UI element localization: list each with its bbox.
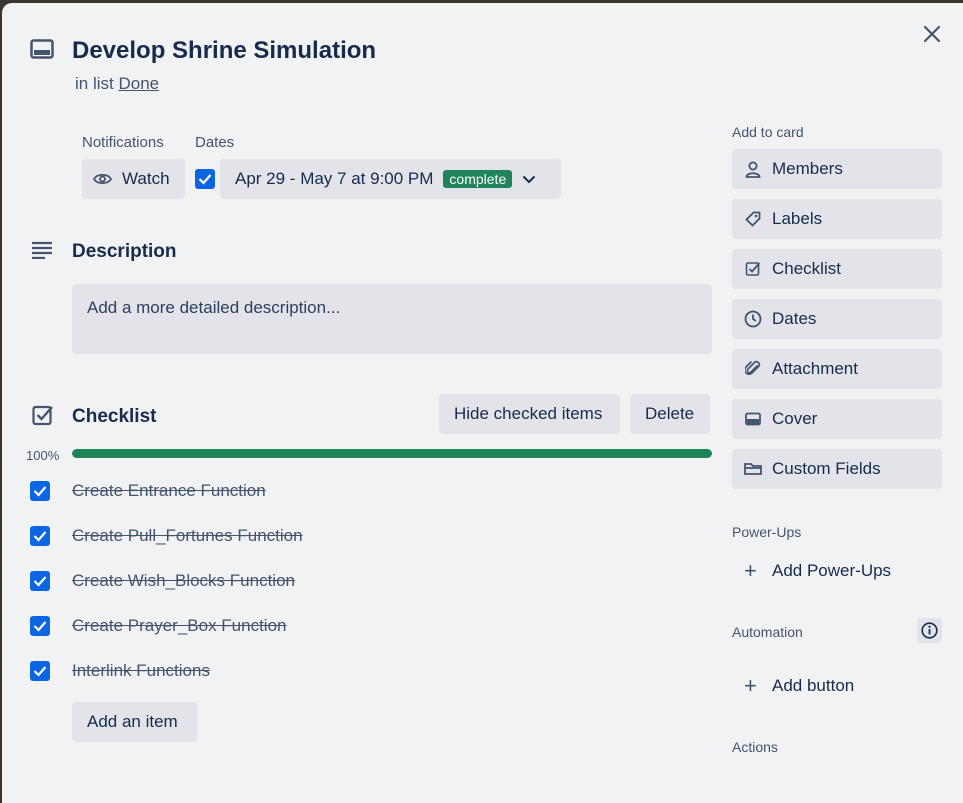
cover-button[interactable]: Cover — [732, 399, 942, 439]
checklist-icon — [32, 404, 54, 426]
add-automation-button[interactable]: + Add button — [732, 668, 942, 704]
automation-label: Automation — [732, 624, 803, 640]
add-power-ups-button[interactable]: + Add Power-Ups — [732, 553, 942, 589]
checklist-item[interactable]: Interlink Functions — [72, 661, 210, 681]
dates-dropdown-button[interactable]: Apr 29 - May 7 at 9:00 PM complete — [220, 159, 561, 199]
checklist-progress-bar — [72, 449, 712, 458]
checklist-label: Checklist — [772, 259, 841, 278]
checklist-item-checkbox[interactable] — [30, 616, 50, 636]
paperclip-icon — [744, 360, 762, 378]
progress-percent: 100% — [26, 448, 60, 463]
watch-button[interactable]: Watch — [82, 159, 185, 199]
checklist-icon — [744, 260, 762, 278]
custom-fields-icon — [744, 460, 762, 478]
dates-button-label: Dates — [772, 309, 817, 328]
labels-label: Labels — [772, 209, 823, 228]
description-icon — [31, 241, 53, 259]
hide-checked-items-button[interactable]: Hide checked items — [439, 394, 620, 434]
person-icon — [744, 160, 762, 178]
checklist-progress-fill — [72, 449, 712, 458]
checklist-button[interactable]: Checklist — [732, 249, 942, 289]
checklist-item-checkbox[interactable] — [30, 526, 50, 546]
checklist-item[interactable]: Create Wish_Blocks Function — [72, 571, 295, 591]
attachment-label: Attachment — [772, 359, 858, 378]
watch-label: Watch — [122, 169, 170, 188]
checklist-item-checkbox[interactable] — [30, 481, 50, 501]
add-power-ups-label: Add Power-Ups — [772, 561, 892, 580]
eye-icon — [93, 172, 112, 186]
members-button[interactable]: Members — [732, 149, 942, 189]
dates-value: Apr 29 - May 7 at 9:00 PM — [235, 169, 434, 188]
card-detail-modal: Develop Shrine Simulation in list Done N… — [2, 3, 963, 803]
description-title: Description — [72, 241, 177, 262]
checklist-item-checkbox[interactable] — [30, 661, 50, 681]
labels-button[interactable]: Labels — [732, 199, 942, 239]
close-icon[interactable] — [918, 20, 946, 48]
checklist-item[interactable]: Create Pull_Fortunes Function — [72, 526, 303, 546]
status-badge: complete — [443, 170, 513, 188]
dates-label: Dates — [195, 134, 235, 151]
members-label: Members — [772, 159, 843, 178]
description-input[interactable]: Add a more detailed description... — [72, 284, 712, 354]
attachment-button[interactable]: Attachment — [732, 349, 942, 389]
card-title[interactable]: Develop Shrine Simulation — [72, 37, 376, 65]
cover-icon — [744, 410, 762, 428]
plus-icon: + — [744, 673, 757, 698]
checklist-item[interactable]: Create Prayer_Box Function — [72, 616, 287, 636]
dates-button[interactable]: Dates — [732, 299, 942, 339]
cover-label: Cover — [772, 409, 818, 428]
checklist-item[interactable]: Create Entrance Function — [72, 481, 266, 501]
list-link[interactable]: Done — [118, 74, 159, 93]
notifications-label: Notifications — [82, 134, 164, 151]
delete-checklist-button[interactable]: Delete — [630, 394, 710, 434]
actions-label: Actions — [732, 739, 778, 755]
automation-info-icon[interactable] — [917, 618, 942, 643]
power-ups-label: Power-Ups — [732, 524, 802, 540]
add-to-card-label: Add to card — [732, 124, 804, 140]
checklist-title[interactable]: Checklist — [72, 406, 156, 428]
add-checklist-item-button[interactable]: Add an item — [72, 702, 197, 742]
plus-icon: + — [744, 558, 757, 583]
card-icon — [30, 39, 54, 59]
tag-icon — [744, 210, 762, 228]
custom-fields-label: Custom Fields — [772, 459, 881, 478]
list-breadcrumb: in list Done — [75, 74, 159, 94]
add-button-label: Add button — [772, 676, 855, 695]
clock-icon — [744, 310, 762, 328]
custom-fields-button[interactable]: Custom Fields — [732, 449, 942, 489]
dates-complete-checkbox[interactable] — [195, 169, 215, 189]
in-list-prefix: in list — [75, 74, 114, 93]
checklist-item-checkbox[interactable] — [30, 571, 50, 591]
chevron-down-icon — [522, 175, 536, 184]
